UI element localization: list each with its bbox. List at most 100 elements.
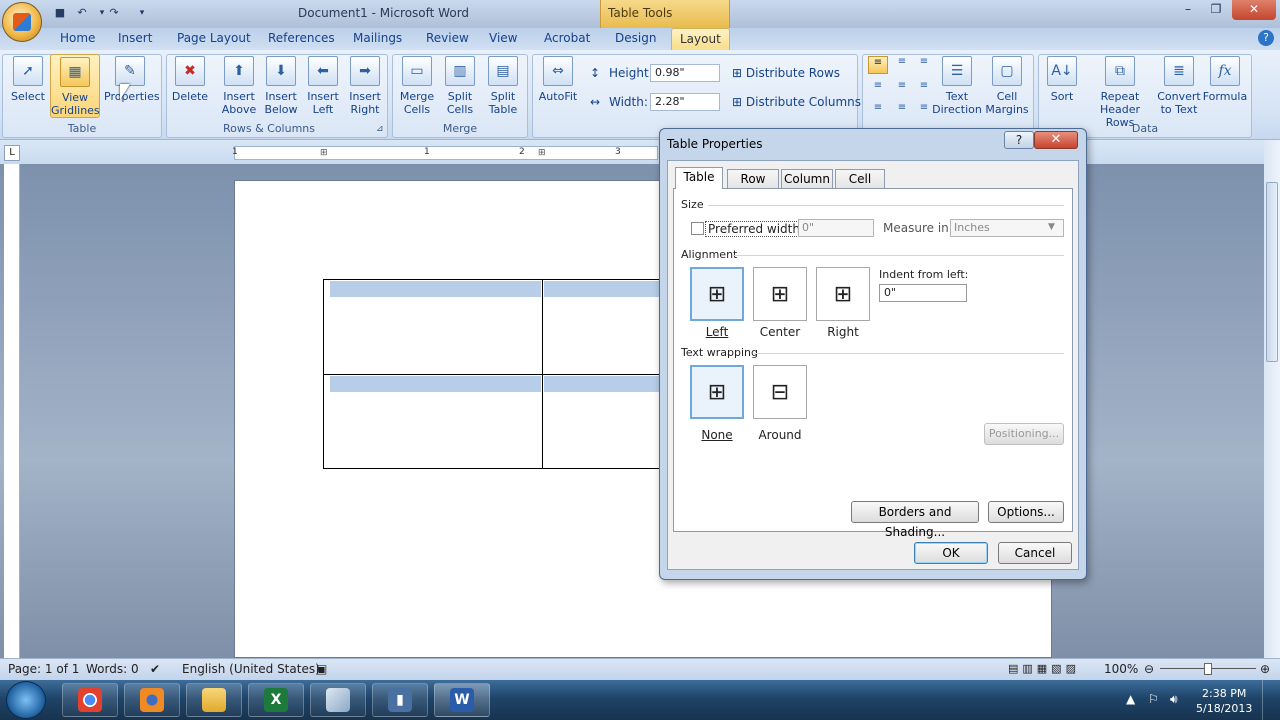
tab-view[interactable]: View: [485, 31, 521, 45]
close-window-button[interactable]: ✕: [1232, 0, 1276, 20]
horizontal-ruler[interactable]: [234, 146, 658, 160]
clock[interactable]: 2:38 PM 5/18/2013: [1196, 686, 1252, 716]
word-icon[interactable]: W: [434, 683, 490, 717]
zoom-level[interactable]: 100%: [1104, 662, 1138, 676]
distribute-rows-button[interactable]: ⊞ Distribute Rows: [732, 66, 840, 80]
cell-margins-button[interactable]: ▢ Cell Margins: [982, 56, 1032, 116]
save-icon[interactable]: ■: [52, 5, 68, 21]
preferred-width-input[interactable]: 0": [798, 219, 874, 237]
repeat-header-rows-button[interactable]: ⧉ Repeat Header Rows: [1084, 56, 1156, 129]
split-cells-button[interactable]: ▥ Split Cells: [439, 56, 481, 116]
align-center-option[interactable]: ⊞: [753, 267, 807, 321]
dialog-launcher-icon[interactable]: ⊿: [376, 124, 384, 134]
tab-references[interactable]: References: [264, 31, 339, 45]
tab-page-layout[interactable]: Page Layout: [173, 31, 255, 45]
ok-button[interactable]: OK: [914, 542, 988, 564]
zoom-in-icon[interactable]: ⊕: [1260, 662, 1270, 676]
tab-row[interactable]: Row: [727, 169, 779, 189]
tab-mailings[interactable]: Mailings: [349, 31, 406, 45]
autofit-button[interactable]: ⇔ AutoFit: [536, 56, 580, 103]
zoom-slider-thumb[interactable]: [1204, 663, 1212, 675]
help-icon[interactable]: ?: [1258, 30, 1274, 46]
positioning-button[interactable]: Positioning...: [984, 423, 1064, 445]
excel-icon[interactable]: X: [248, 683, 304, 717]
chrome-icon[interactable]: [62, 683, 118, 717]
vertical-ruler[interactable]: [4, 164, 20, 658]
align-center-left-icon[interactable]: ≡: [868, 80, 888, 98]
tab-layout[interactable]: Layout: [671, 28, 730, 51]
macro-record-icon[interactable]: ▣: [316, 662, 327, 676]
sort-button[interactable]: A↓ Sort: [1042, 56, 1082, 103]
customize-qat-icon[interactable]: ▾: [134, 5, 150, 21]
tab-cell[interactable]: Cell: [835, 169, 885, 189]
text-direction-button[interactable]: ☰ Text Direction: [932, 56, 982, 116]
action-center-icon[interactable]: ⚐: [1148, 692, 1159, 706]
merge-cells-button[interactable]: ▭ Merge Cells: [396, 56, 438, 116]
explorer-icon[interactable]: [186, 683, 242, 717]
cancel-button[interactable]: Cancel: [998, 542, 1072, 564]
formula-button[interactable]: fx Formula: [1202, 56, 1248, 103]
split-table-button[interactable]: ▤ Split Table: [482, 56, 524, 116]
indent-input[interactable]: 0": [879, 284, 967, 302]
view-gridlines-button[interactable]: ▦ View Gridlines: [50, 54, 100, 118]
insert-below-button[interactable]: ⬇ Insert Below: [260, 56, 302, 116]
tab-selector[interactable]: L: [4, 145, 20, 161]
video-icon[interactable]: ▮: [372, 683, 428, 717]
align-left-option[interactable]: ⊞: [690, 267, 744, 321]
width-input[interactable]: 2.28": [650, 93, 720, 111]
tab-home[interactable]: Home: [56, 31, 99, 45]
align-bottom-center-icon[interactable]: ≡: [892, 102, 912, 118]
tab-table[interactable]: Table: [675, 167, 723, 189]
tab-review[interactable]: Review: [422, 31, 473, 45]
column-marker-icon[interactable]: ⊞: [538, 148, 546, 158]
height-input[interactable]: 0.98": [650, 64, 720, 82]
insert-left-button[interactable]: ⬅ Insert Left: [302, 56, 344, 116]
tab-acrobat[interactable]: Acrobat: [540, 31, 594, 45]
word-count[interactable]: Words: 0: [86, 662, 139, 676]
align-top-left-icon[interactable]: ≡: [868, 56, 888, 74]
options-button[interactable]: Options...: [988, 501, 1064, 523]
language-indicator[interactable]: English (United States): [182, 662, 320, 676]
insert-right-button[interactable]: ➡ Insert Right: [344, 56, 386, 116]
zoom-out-icon[interactable]: ⊖: [1144, 662, 1154, 676]
office-button[interactable]: [2, 2, 42, 42]
tab-insert[interactable]: Insert: [114, 31, 156, 45]
restore-button[interactable]: ❐: [1202, 0, 1230, 20]
page-count[interactable]: Page: 1 of 1: [8, 662, 79, 676]
wrap-none-option[interactable]: ⊞: [690, 365, 744, 419]
show-desktop-button[interactable]: [1262, 680, 1280, 720]
insert-above-button[interactable]: ⬆ Insert Above: [218, 56, 260, 116]
dialog-close-button[interactable]: ✕: [1034, 131, 1078, 149]
volume-icon[interactable]: 🔊︎: [1170, 692, 1178, 707]
align-center-right-icon[interactable]: ≡: [914, 80, 934, 98]
properties-button[interactable]: ✎ Properties: [104, 56, 160, 103]
dialog-help-button[interactable]: ?: [1004, 131, 1034, 149]
align-top-center-icon[interactable]: ≡: [892, 56, 912, 74]
borders-and-shading-button[interactable]: Borders and Shading...: [851, 501, 979, 539]
align-top-right-icon[interactable]: ≡: [914, 56, 934, 74]
align-bottom-left-icon[interactable]: ≡: [868, 102, 888, 118]
convert-to-text-button[interactable]: ≣ Convert to Text: [1156, 56, 1202, 116]
align-right-option[interactable]: ⊞: [816, 267, 870, 321]
measure-in-select[interactable]: Inches: [950, 219, 1064, 237]
firefox-icon[interactable]: [124, 683, 180, 717]
undo-icon[interactable]: ↶: [74, 5, 90, 21]
column-marker-icon[interactable]: ⊞: [320, 148, 328, 158]
delete-button[interactable]: ✖ Delete: [170, 56, 210, 103]
align-center-icon[interactable]: ≡: [892, 80, 912, 98]
wrap-around-option[interactable]: ⊟: [753, 365, 807, 419]
view-buttons-icon[interactable]: ▤▥▦▧▨: [1008, 662, 1080, 675]
show-hidden-icons[interactable]: ▲: [1126, 692, 1135, 706]
redo-icon[interactable]: ↷: [106, 5, 122, 21]
preferred-width-checkbox[interactable]: [691, 222, 704, 235]
minimize-button[interactable]: –: [1174, 0, 1202, 20]
proofing-icon[interactable]: ✔: [150, 662, 160, 676]
tab-column[interactable]: Column: [781, 169, 833, 189]
distribute-columns-button[interactable]: ⊞ Distribute Columns: [732, 95, 861, 109]
select-button[interactable]: ➚ Select: [6, 56, 50, 103]
scrollbar-thumb[interactable]: [1266, 182, 1278, 362]
app-icon[interactable]: [310, 683, 366, 717]
align-bottom-right-icon[interactable]: ≡: [914, 102, 934, 118]
start-button[interactable]: [6, 681, 46, 719]
tab-design[interactable]: Design: [611, 31, 660, 45]
